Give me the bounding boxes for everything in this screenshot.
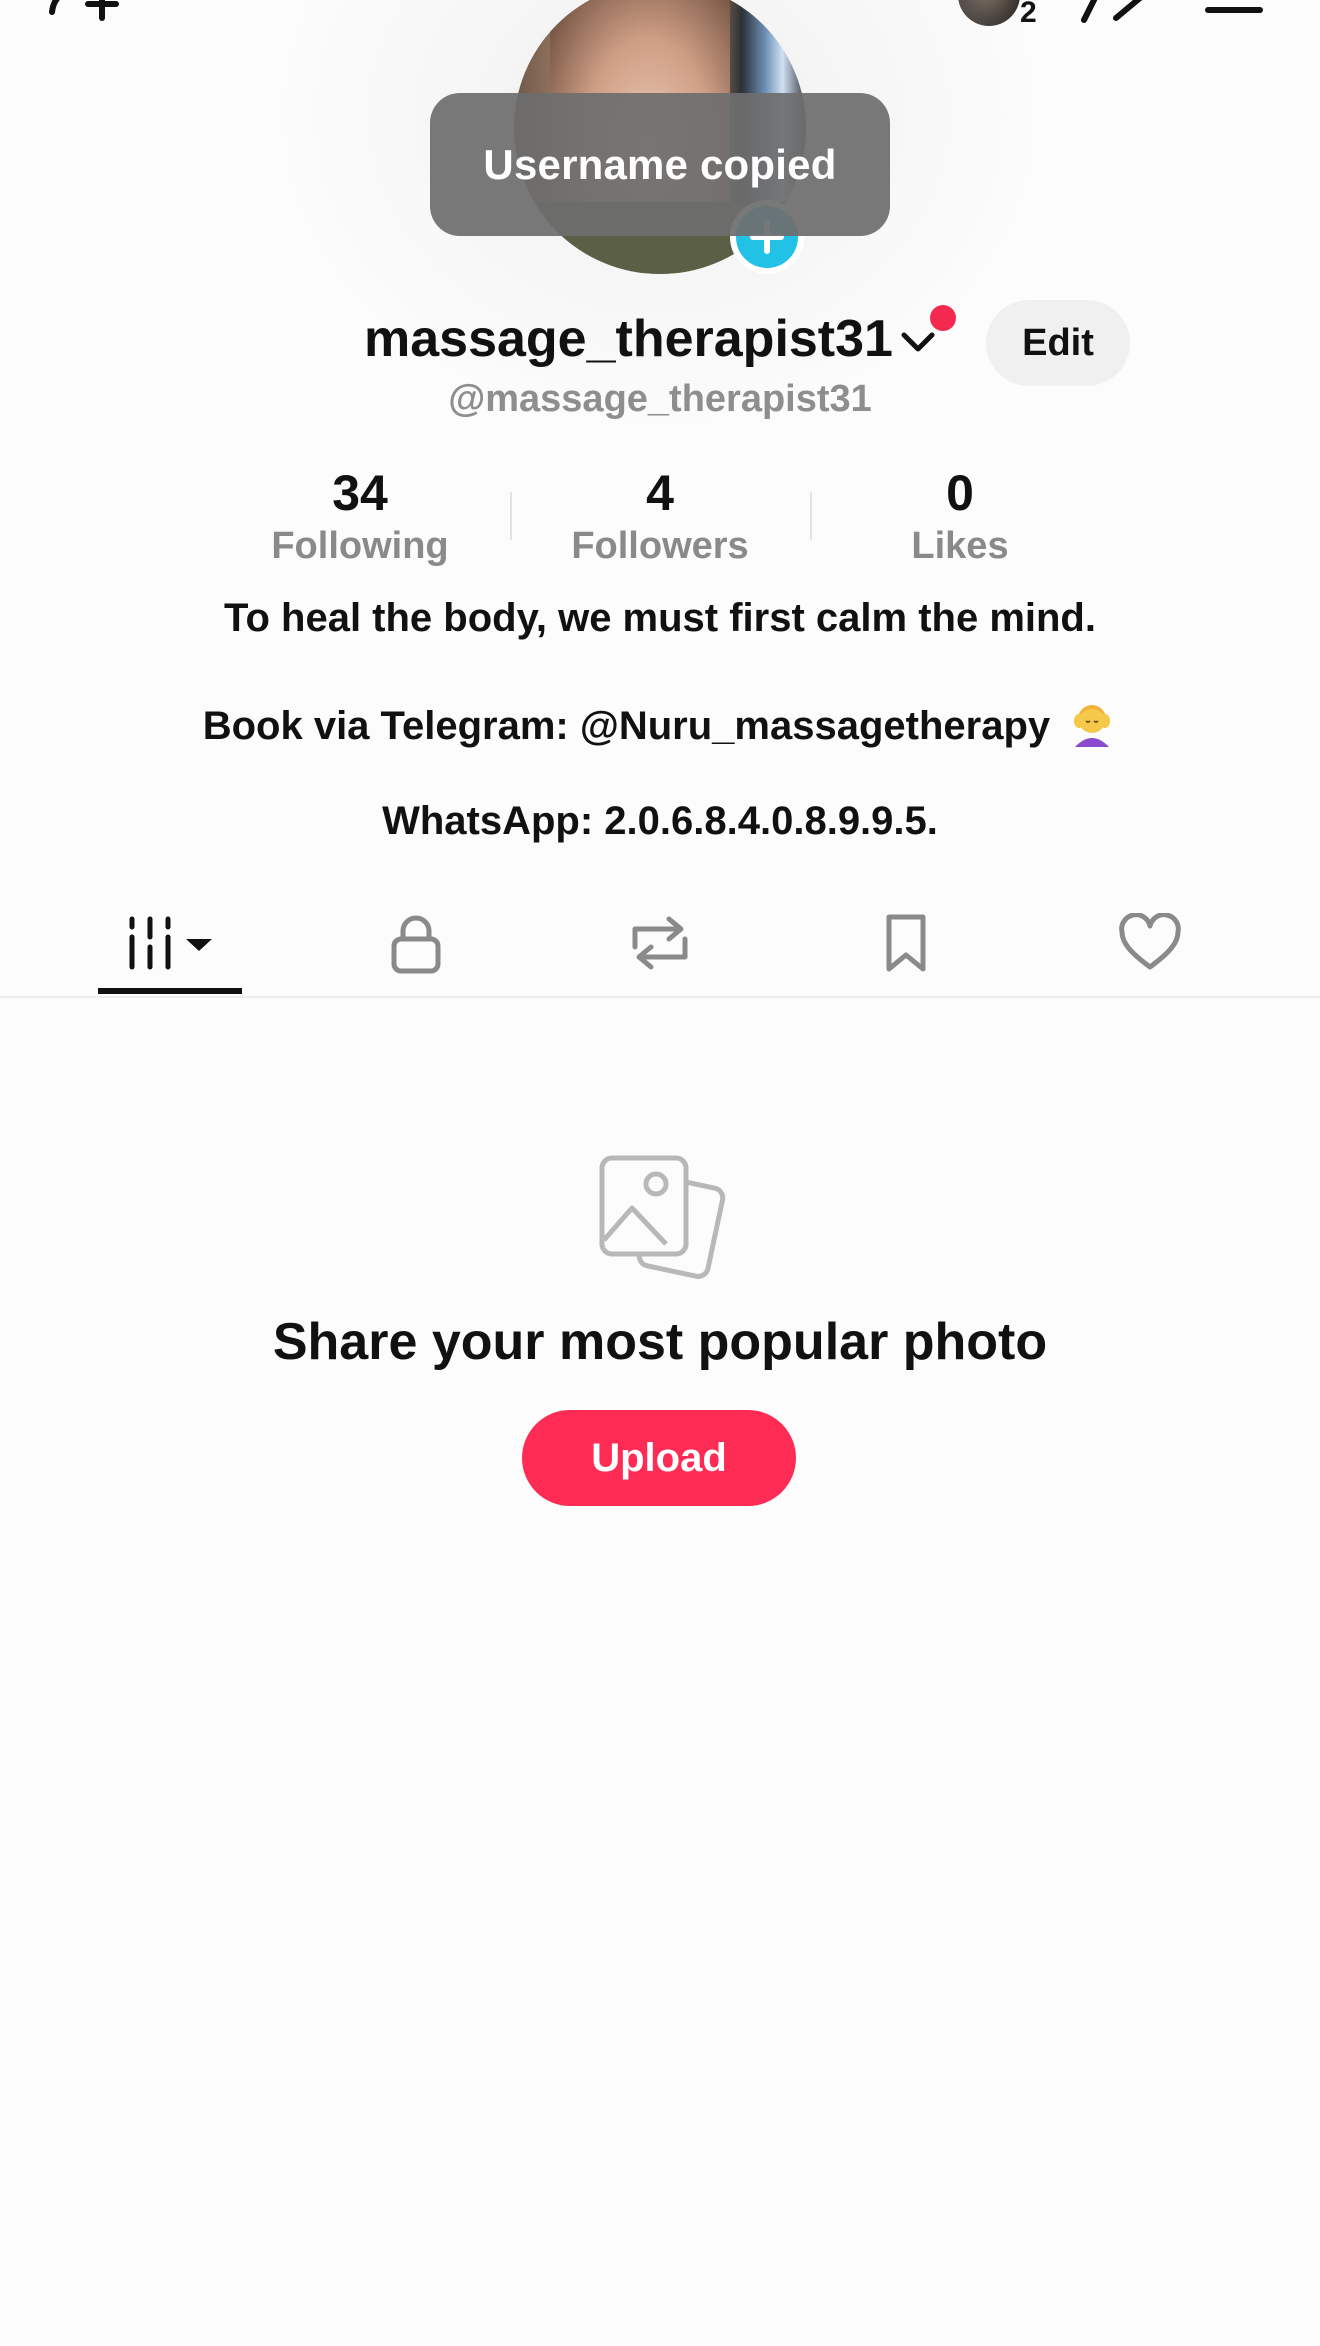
toast: Username copied bbox=[430, 93, 890, 236]
stat-followers[interactable]: 4 Followers bbox=[510, 462, 810, 568]
toast-message: Username copied bbox=[483, 140, 837, 188]
empty-state-title: Share your most popular photo bbox=[272, 1313, 1048, 1371]
active-tab-indicator bbox=[98, 988, 242, 994]
stat-following[interactable]: 34 Following bbox=[210, 462, 510, 568]
tab-videos[interactable] bbox=[98, 890, 242, 996]
tab-liked[interactable] bbox=[1090, 890, 1210, 996]
heart-icon bbox=[1119, 913, 1181, 970]
bio-line: To heal the body, we must first calm the… bbox=[224, 596, 1096, 640]
stat-value: 0 bbox=[946, 465, 974, 521]
stat-value: 34 bbox=[332, 465, 388, 521]
username-handle[interactable]: @massage_therapist31 bbox=[0, 378, 1320, 421]
tab-reposts[interactable] bbox=[600, 890, 720, 996]
tab-favorites[interactable] bbox=[846, 890, 966, 996]
stat-label: Likes bbox=[911, 525, 1009, 567]
share-icon[interactable] bbox=[1076, 0, 1146, 26]
repost-icon bbox=[632, 916, 688, 970]
stat-value: 4 bbox=[646, 465, 674, 521]
woman-getting-massage-emoji bbox=[1074, 705, 1111, 747]
photos-icon bbox=[599, 1155, 726, 1279]
chevron-down-icon[interactable] bbox=[898, 327, 938, 357]
bookmark-icon bbox=[886, 914, 926, 972]
bio-line: WhatsApp: 2.0.6.8.4.0.8.9.9.5. bbox=[382, 799, 938, 843]
stat-label: Followers bbox=[571, 525, 749, 567]
add-friend-icon[interactable] bbox=[44, 0, 124, 28]
notification-dot bbox=[930, 305, 956, 331]
stat-likes[interactable]: 0 Likes bbox=[810, 462, 1110, 568]
display-name-row: massage_therapist31 Edit bbox=[0, 300, 1320, 386]
videos-grid-icon bbox=[129, 916, 212, 970]
stats: 34 Following 4 Followers 0 Likes bbox=[0, 462, 1320, 572]
edit-button[interactable]: Edit bbox=[986, 300, 1130, 386]
profile-tabs bbox=[0, 890, 1320, 998]
upload-button[interactable]: Upload bbox=[522, 1410, 796, 1506]
menu-icon[interactable] bbox=[1204, 0, 1264, 16]
bio-text: Book via Telegram: @Nuru_massagetherapy bbox=[202, 704, 1051, 748]
bio-line: Book via Telegram: @Nuru_massagetherapy bbox=[0, 697, 1320, 749]
stat-label: Following bbox=[271, 525, 449, 567]
lock-icon bbox=[391, 915, 441, 974]
display-name[interactable]: massage_therapist31 bbox=[364, 309, 893, 369]
tab-private[interactable] bbox=[356, 890, 476, 996]
